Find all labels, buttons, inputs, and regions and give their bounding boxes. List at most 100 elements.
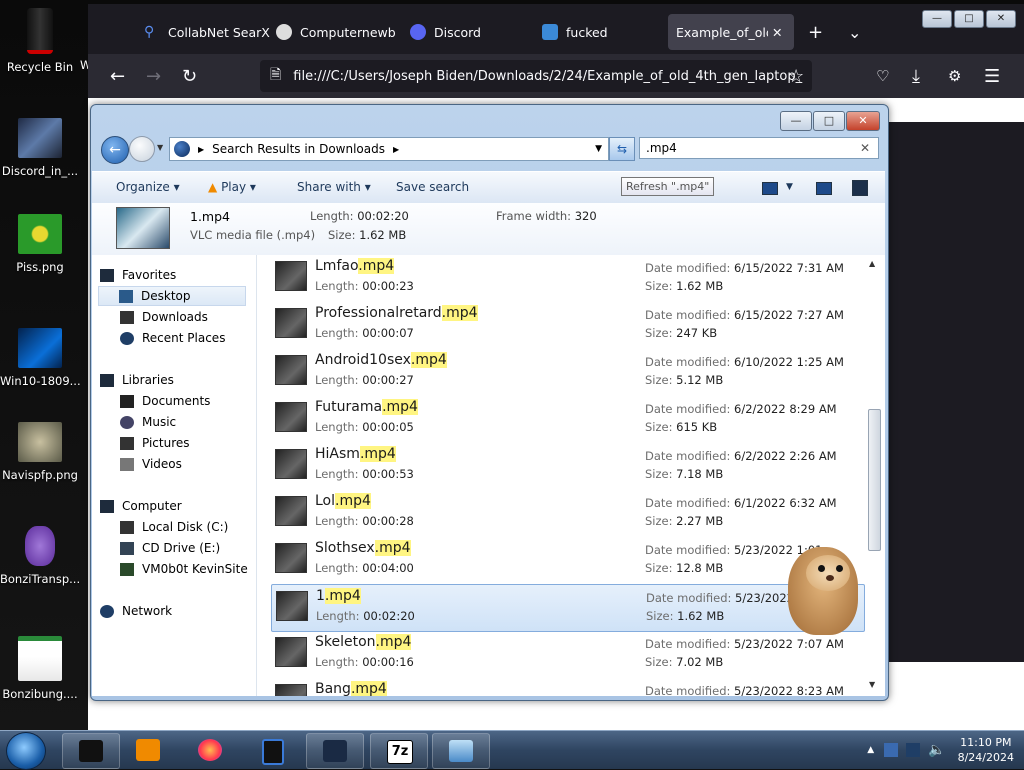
taskbar-app-firefox[interactable] bbox=[182, 733, 238, 767]
file-row[interactable]: Skeleton.mp4 Length: 00:00:16 Date modifie… bbox=[271, 631, 863, 677]
tab-discord[interactable]: Discord bbox=[410, 14, 481, 50]
network-tray-icon[interactable] bbox=[906, 743, 921, 757]
tab-example-active[interactable]: Example_of_old_4 ✕ bbox=[668, 14, 794, 50]
back-icon[interactable]: ← bbox=[110, 66, 125, 87]
nav-cd-drive[interactable]: CD Drive (E:) bbox=[120, 538, 220, 558]
scrollbar-thumb[interactable] bbox=[868, 409, 881, 551]
nav-music[interactable]: Music bbox=[120, 412, 176, 432]
menu-icon[interactable]: ☰ bbox=[984, 66, 1000, 87]
file-name: Skeleton.mp4 bbox=[315, 634, 412, 650]
pocket-icon[interactable]: ♡ bbox=[876, 67, 889, 85]
address-bar[interactable]: ▶ Search Results in Downloads ▶ ▼ bbox=[169, 137, 609, 161]
nav-network-drive[interactable]: VM0b0t KevinSite bbox=[120, 559, 248, 579]
scroll-down-icon[interactable]: ▼ bbox=[869, 680, 875, 689]
breadcrumb-arrow-icon[interactable]: ▶ bbox=[198, 145, 204, 154]
nav-network[interactable]: Network bbox=[100, 601, 172, 621]
desktop-icon-navispfp[interactable]: Navispfp.png bbox=[0, 422, 80, 482]
video-thumbnail-icon bbox=[275, 449, 307, 479]
file-row[interactable]: Android10sex.mp4 Length: 00:00:27 Date mod… bbox=[271, 349, 863, 395]
share-with-menu[interactable]: Share with ▾ bbox=[297, 180, 371, 194]
url-bar[interactable]: 🗎 file:///C:/Users/Joseph Biden/Download… bbox=[260, 60, 812, 92]
preview-pane-icon[interactable] bbox=[816, 182, 832, 195]
recent-pages-dropdown[interactable]: ▼ bbox=[157, 143, 163, 152]
desktop-icon-piss[interactable]: Piss.png bbox=[0, 214, 80, 274]
close-button[interactable]: ✕ bbox=[986, 10, 1016, 28]
file-row[interactable]: Futurama.mp4 Length: 00:00:05 Date modifie… bbox=[271, 396, 863, 442]
minimize-button[interactable]: — bbox=[780, 111, 812, 131]
help-icon[interactable] bbox=[852, 180, 868, 196]
nav-pictures[interactable]: Pictures bbox=[120, 433, 190, 453]
taskbar-app-explorer[interactable] bbox=[432, 733, 490, 769]
file-row[interactable]: Bang.mp4 Date modified: 5/23/2022 8:23 AM bbox=[271, 678, 863, 696]
search-input[interactable]: .mp4 ✕ bbox=[639, 137, 879, 159]
view-dropdown-icon[interactable]: ▼ bbox=[786, 182, 793, 192]
nav-favorites[interactable]: Favorites bbox=[100, 265, 176, 285]
extensions-icon[interactable]: ⚙ bbox=[948, 67, 961, 85]
play-menu[interactable]: ▲ Play ▾ bbox=[208, 180, 256, 194]
nav-videos[interactable]: Videos bbox=[120, 454, 182, 474]
new-tab-button[interactable]: + bbox=[808, 14, 823, 50]
forward-icon[interactable]: → bbox=[146, 66, 161, 87]
taskbar-app-7zip[interactable]: 7z bbox=[370, 733, 428, 769]
breadcrumb[interactable]: Search Results in Downloads bbox=[212, 142, 385, 156]
scroll-up-icon[interactable]: ▲ bbox=[869, 259, 875, 268]
tab-collabnet[interactable]: ⚲ CollabNet SearX bbox=[144, 14, 270, 50]
back-button[interactable]: ← bbox=[101, 136, 129, 164]
maximize-button[interactable]: □ bbox=[813, 111, 845, 131]
taskbar-app-tablet[interactable] bbox=[246, 733, 302, 767]
recycle-bin-icon bbox=[27, 8, 53, 54]
nav-libraries[interactable]: Libraries bbox=[100, 370, 174, 390]
file-date-modified: Date modified: 5/23/2022 8:23 AM bbox=[645, 684, 844, 696]
forward-button[interactable] bbox=[129, 136, 155, 162]
selected-file-thumbnail bbox=[116, 207, 170, 249]
volume-icon[interactable]: 🔈 bbox=[928, 742, 945, 758]
nav-recent-places[interactable]: Recent Places bbox=[120, 328, 225, 348]
desktop-icon-discord[interactable]: Discord_in_... bbox=[0, 118, 80, 178]
reload-icon[interactable]: ↻ bbox=[182, 66, 197, 87]
downloads-icon[interactable]: ⤓ bbox=[912, 66, 920, 87]
file-row[interactable]: Slothsex.mp4 Length: 00:04:00 Date modifie… bbox=[271, 537, 863, 583]
scrollbar[interactable]: ▲ ▼ bbox=[867, 259, 881, 689]
file-row[interactable]: 1.mp4 Length: 00:02:20 Date modified: 5/23… bbox=[271, 584, 865, 632]
nav-desktop[interactable]: Desktop bbox=[98, 286, 246, 306]
address-dropdown-icon[interactable]: ▼ bbox=[595, 144, 602, 154]
explorer-window-controls: — □ ✕ bbox=[780, 111, 880, 131]
close-button[interactable]: ✕ bbox=[846, 111, 880, 131]
clock[interactable]: 11:10 PM 8/24/2024 bbox=[958, 735, 1014, 765]
desktop-icon-recycle-bin[interactable]: Recycle Bin bbox=[0, 8, 80, 74]
file-name: Bang.mp4 bbox=[315, 681, 387, 696]
organize-menu[interactable]: Organize ▾ bbox=[116, 180, 180, 194]
minimize-button[interactable]: — bbox=[922, 10, 952, 28]
nav-local-disk[interactable]: Local Disk (C:) bbox=[120, 517, 228, 537]
cd-drive-icon bbox=[120, 541, 134, 555]
desktop-icon-bonzibung[interactable]: Bonzibung.... bbox=[0, 636, 80, 701]
tray-app-icon[interactable] bbox=[884, 743, 899, 757]
save-search-button[interactable]: Save search bbox=[396, 180, 469, 194]
nav-computer[interactable]: Computer bbox=[100, 496, 182, 516]
file-row[interactable]: Lmfao.mp4 Length: 00:00:23 Date modified: … bbox=[271, 255, 863, 301]
refresh-button[interactable]: ⇆ bbox=[609, 137, 635, 161]
tab-computernewb[interactable]: Computernewb bbox=[276, 14, 396, 50]
file-row[interactable]: Lol.mp4 Length: 00:00:28 Date modified: 6/… bbox=[271, 490, 863, 536]
start-button[interactable] bbox=[6, 732, 46, 770]
monitor-icon bbox=[542, 24, 558, 40]
maximize-button[interactable]: □ bbox=[954, 10, 984, 28]
tab-list-icon[interactable]: ⌄ bbox=[848, 14, 861, 50]
taskbar-app-vlc[interactable] bbox=[120, 733, 176, 767]
file-row[interactable]: HiAsm.mp4 Length: 00:00:53 Date modified: … bbox=[271, 443, 863, 489]
clear-search-icon[interactable]: ✕ bbox=[860, 141, 870, 155]
file-row[interactable]: Professionalretard.mp4 Length: 00:00:07 Da… bbox=[271, 302, 863, 348]
nav-documents[interactable]: Documents bbox=[120, 391, 210, 411]
desktop-icon-win10[interactable]: Win10-1809... bbox=[0, 328, 80, 388]
search-results-icon bbox=[174, 141, 190, 157]
nav-downloads[interactable]: Downloads bbox=[120, 307, 208, 327]
desktop-icon-bonzi[interactable]: BonziTransp... bbox=[0, 526, 80, 586]
tab-fucked[interactable]: fucked bbox=[542, 14, 608, 50]
breadcrumb-arrow-icon[interactable]: ▶ bbox=[393, 145, 399, 154]
bookmark-star-icon[interactable]: ☆ bbox=[788, 66, 804, 87]
show-hidden-icons-icon[interactable]: ▲ bbox=[867, 745, 874, 755]
taskbar-app-cube[interactable] bbox=[62, 733, 120, 769]
close-tab-icon[interactable]: ✕ bbox=[772, 25, 782, 40]
taskbar-app-media[interactable] bbox=[306, 733, 364, 769]
view-options-icon[interactable] bbox=[762, 182, 778, 195]
